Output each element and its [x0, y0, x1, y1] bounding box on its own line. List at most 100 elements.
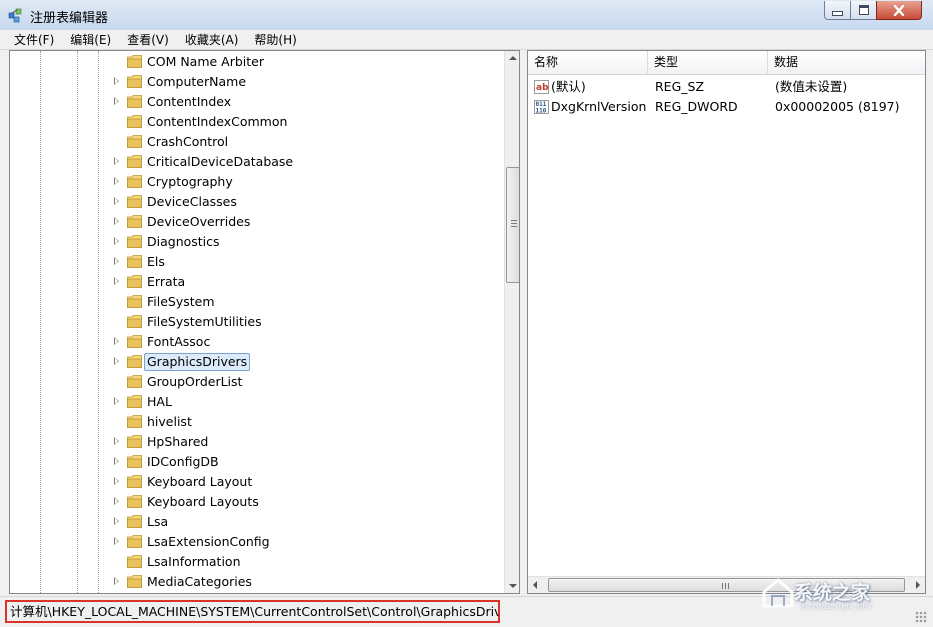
registry-editor-icon: [8, 8, 22, 23]
tree-scroll-thumb[interactable]: [506, 167, 519, 283]
binary-value-icon: 011 110: [534, 100, 549, 114]
tree-node-label: CriticalDeviceDatabase: [147, 154, 294, 169]
tree-node-label: Els: [147, 254, 165, 269]
tree-node[interactable]: GraphicsDrivers: [10, 352, 500, 372]
tree-node[interactable]: IDConfigDB: [10, 452, 500, 472]
column-header-type[interactable]: 类型: [648, 51, 768, 74]
expand-arrow-icon[interactable]: [114, 157, 119, 165]
expand-arrow-icon[interactable]: [114, 537, 119, 545]
tree-node[interactable]: LsaInformation: [10, 552, 500, 572]
tree-node-label: HAL: [147, 394, 172, 409]
folder-icon: [127, 535, 142, 548]
tree-node[interactable]: Cryptography: [10, 172, 500, 192]
tree-node-label: COM Name Arbiter: [147, 54, 265, 69]
folder-icon: [127, 335, 142, 348]
tree-node-label: FileSystem: [147, 294, 215, 309]
tree-vertical-scrollbar[interactable]: [504, 51, 519, 593]
tree-node[interactable]: DeviceClasses: [10, 192, 500, 212]
expand-arrow-icon[interactable]: [114, 437, 119, 445]
minimize-icon: [832, 10, 843, 16]
expand-arrow-icon[interactable]: [114, 197, 119, 205]
folder-icon: [127, 135, 142, 148]
title-bar: 注册表编辑器: [0, 0, 933, 31]
tree-node[interactable]: Keyboard Layout: [10, 472, 500, 492]
tree-node[interactable]: MediaCategories: [10, 572, 500, 592]
tree-node-label: LsaExtensionConfig: [147, 534, 270, 549]
menu-view[interactable]: 查看(V): [119, 30, 177, 49]
registry-tree[interactable]: COM Name Arbiter ComputerName ContentIndex…: [9, 50, 520, 594]
folder-icon: [127, 55, 142, 68]
tree-node-label: Errata: [147, 274, 186, 289]
tree-node-label: LsaInformation: [147, 554, 241, 569]
expand-arrow-icon[interactable]: [114, 277, 119, 285]
maximize-button[interactable]: [850, 1, 877, 20]
folder-icon: [127, 275, 142, 288]
expand-arrow-icon[interactable]: [114, 497, 119, 505]
tree-node[interactable]: CrashControl: [10, 132, 500, 152]
folder-icon: [127, 175, 142, 188]
tree-node[interactable]: ComputerName: [10, 72, 500, 92]
tree-node[interactable]: FileSystem: [10, 292, 500, 312]
close-button[interactable]: [876, 1, 922, 20]
tree-node[interactable]: LsaExtensionConfig: [10, 532, 500, 552]
value-row-default[interactable]: ab (默认) REG_SZ (数值未设置): [528, 77, 925, 97]
expand-arrow-icon[interactable]: [114, 357, 119, 365]
scroll-down-arrow-icon[interactable]: [509, 584, 517, 588]
tree-node-label: hivelist: [147, 414, 192, 429]
tree-node[interactable]: DeviceOverrides: [10, 212, 500, 232]
tree-node[interactable]: Diagnostics: [10, 232, 500, 252]
tree-node[interactable]: HpShared: [10, 432, 500, 452]
folder-icon: [127, 255, 142, 268]
tree-node[interactable]: HAL: [10, 392, 500, 412]
menu-help[interactable]: 帮助(H): [246, 30, 304, 49]
value-data: 0x00002005 (8197): [775, 99, 900, 114]
folder-icon: [127, 195, 142, 208]
value-row-dxgkrnlversion[interactable]: 011 110 DxgKrnlVersion REG_DWORD 0x00002…: [528, 97, 925, 117]
expand-arrow-icon[interactable]: [114, 457, 119, 465]
column-header-data[interactable]: 数据: [768, 51, 925, 74]
expand-arrow-icon[interactable]: [114, 337, 119, 345]
scroll-left-arrow-icon[interactable]: [533, 581, 537, 589]
tree-node[interactable]: ContentIndexCommon: [10, 112, 500, 132]
tree-node[interactable]: hivelist: [10, 412, 500, 432]
close-icon: [893, 4, 905, 16]
values-list[interactable]: 名称 类型 数据 ab (默认) REG_SZ (数值未设置) 011 110 …: [527, 50, 926, 594]
tree-node-label: ComputerName: [147, 74, 247, 89]
expand-arrow-icon[interactable]: [114, 77, 119, 85]
tree-node[interactable]: FontAssoc: [10, 332, 500, 352]
grip-line: [728, 583, 729, 589]
pane-splitter[interactable]: [520, 50, 527, 594]
tree-node[interactable]: Els: [10, 252, 500, 272]
tree-node[interactable]: CriticalDeviceDatabase: [10, 152, 500, 172]
expand-arrow-icon[interactable]: [114, 177, 119, 185]
folder-icon: [127, 215, 142, 228]
tree-node-label: DeviceClasses: [147, 194, 237, 209]
expand-arrow-icon[interactable]: [114, 517, 119, 525]
tree-node-label: Lsa: [147, 514, 169, 529]
scroll-up-arrow-icon[interactable]: [509, 56, 517, 60]
tree-node[interactable]: Errata: [10, 272, 500, 292]
expand-arrow-icon[interactable]: [114, 217, 119, 225]
menu-file[interactable]: 文件(F): [6, 30, 62, 49]
menu-favorites[interactable]: 收藏夹(A): [177, 30, 247, 49]
expand-arrow-icon[interactable]: [114, 97, 119, 105]
tree-node[interactable]: FileSystemUtilities: [10, 312, 500, 332]
tree-node[interactable]: Lsa: [10, 512, 500, 532]
menu-edit[interactable]: 编辑(E): [62, 30, 119, 49]
tree-node-label: DeviceOverrides: [147, 214, 251, 229]
folder-icon: [127, 495, 142, 508]
expand-arrow-icon[interactable]: [114, 577, 119, 585]
tree-node[interactable]: COM Name Arbiter: [10, 52, 500, 72]
tree-node[interactable]: ContentIndex: [10, 92, 500, 112]
folder-icon: [127, 435, 142, 448]
tree-node-label: IDConfigDB: [147, 454, 219, 469]
tree-node[interactable]: GroupOrderList: [10, 372, 500, 392]
expand-arrow-icon[interactable]: [114, 477, 119, 485]
grip-line: [511, 226, 517, 227]
expand-arrow-icon[interactable]: [114, 237, 119, 245]
minimize-button[interactable]: [824, 1, 851, 20]
column-header-name[interactable]: 名称: [528, 51, 648, 74]
expand-arrow-icon[interactable]: [114, 397, 119, 405]
expand-arrow-icon[interactable]: [114, 257, 119, 265]
tree-node[interactable]: Keyboard Layouts: [10, 492, 500, 512]
